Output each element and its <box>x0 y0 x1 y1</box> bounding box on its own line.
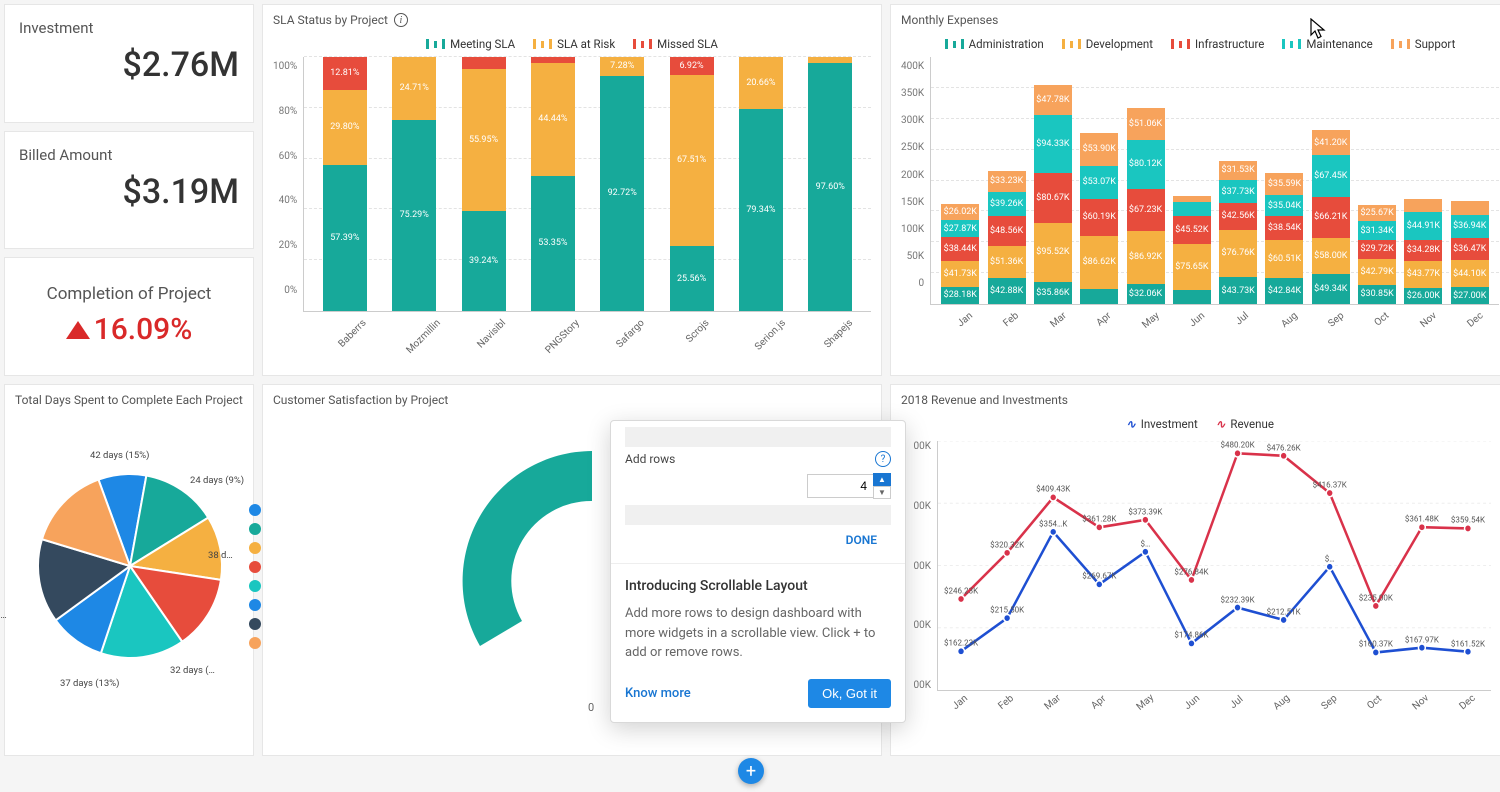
add-rows-label: Add rows <box>625 452 675 466</box>
popover-body: Add more rows to design dashboard with m… <box>625 604 891 663</box>
scrollable-layout-popover: Add rows ? ▲ ▼ DONE Introducing Scrollab… <box>610 420 906 723</box>
legend-item: Development <box>1086 37 1153 51</box>
kpi-investment: Investment $2.76M <box>4 4 254 123</box>
kpi-value: $3.19M <box>19 172 239 212</box>
legend-item: Missed SLA <box>657 37 718 51</box>
help-icon[interactable]: ? <box>875 451 891 467</box>
kpi-label: Billed Amount <box>19 146 239 164</box>
y-axis: 100%80%60%40%20%0% <box>273 57 303 312</box>
title-text: Monthly Expenses <box>901 13 998 27</box>
revenue-card: 2018 Revenue and Investments ∿Investment… <box>890 384 1500 756</box>
kpi-label: Investment <box>19 19 239 37</box>
x-axis: JanFebMarAprMayJunJulAugSepOctNovDec <box>937 697 1491 721</box>
rows-spinner[interactable]: ▲ ▼ <box>807 473 891 499</box>
popover-title: Introducing Scrollable Layout <box>625 578 891 594</box>
x-axis: BaberrsMozmillinNavisiblPNGStorySafargoS… <box>303 312 871 362</box>
expenses-chart-card: Monthly Expenses Administration Developm… <box>890 4 1500 376</box>
pie-chart: 42 days (15%)24 days (9%)38 d…32 days (…… <box>25 461 235 671</box>
sla-plot: 100%80%60%40%20%0% 57.39%29.80%12.81%75.… <box>273 57 871 312</box>
placeholder-row <box>625 427 891 447</box>
kpi-completion: Completion of Project 16.09% <box>4 257 254 376</box>
svg-text:0: 0 <box>588 701 594 711</box>
add-rows-fab-bottom[interactable]: + <box>738 758 764 784</box>
title-text: SLA Status by Project <box>273 13 388 27</box>
sla-chart-card: SLA Status by Project i Meeting SLA SLA … <box>262 4 882 376</box>
legend-item: Support <box>1415 37 1456 51</box>
spinner-down-button[interactable]: ▼ <box>873 486 891 499</box>
expenses-plot: 400K350K300K250K200K150K100K50K0 $28.18K… <box>901 57 1499 305</box>
done-link[interactable]: DONE <box>625 529 891 559</box>
legend-item: SLA at Risk <box>557 37 615 51</box>
sla-legend: Meeting SLA SLA at Risk Missed SLA <box>273 37 871 51</box>
pie-card: Total Days Spent to Complete Each Projec… <box>4 384 254 756</box>
revenue-legend: ∿Investment ∿Revenue <box>901 417 1499 431</box>
cursor-icon <box>1310 18 1328 40</box>
kpi-column: Investment $2.76M Billed Amount $3.19M C… <box>4 4 254 376</box>
title-text: Customer Satisfaction by Project <box>273 393 448 407</box>
line-plot: 00K00K00K00K00K $162.23K$215.50K$354…K$2… <box>901 441 1499 721</box>
legend-item: Infrastructure <box>1195 37 1264 51</box>
info-icon[interactable]: i <box>394 13 408 27</box>
kpi-value: 16.09% <box>19 312 239 347</box>
kpi-percent: 16.09% <box>94 312 193 347</box>
title-text: 2018 Revenue and Investments <box>901 393 1068 407</box>
title-text: Total Days Spent to Complete Each Projec… <box>15 393 243 407</box>
legend-item: Meeting SLA <box>450 37 515 51</box>
placeholder-row <box>625 505 891 525</box>
legend-item: Revenue <box>1230 417 1274 431</box>
trend-up-icon <box>66 321 90 339</box>
x-axis: JanFebMarAprMayJunJulAugSepOctNovDec <box>931 305 1499 333</box>
ok-got-it-button[interactable]: Ok, Got it <box>808 679 891 708</box>
legend-item: Administration <box>969 37 1044 51</box>
kpi-label: Completion of Project <box>19 284 239 304</box>
kpi-billed-amount: Billed Amount $3.19M <box>4 131 254 250</box>
rows-input[interactable] <box>807 474 873 498</box>
card-title: Monthly Expenses <box>901 13 1499 27</box>
legend-item: Investment <box>1141 417 1198 431</box>
kpi-value: $2.76M <box>19 45 239 85</box>
card-title: SLA Status by Project i <box>273 13 871 27</box>
y-axis: 400K350K300K250K200K150K100K50K0 <box>901 57 930 305</box>
expenses-legend: Administration Development Infrastructur… <box>901 37 1499 51</box>
know-more-link[interactable]: Know more <box>625 686 691 701</box>
spinner-up-button[interactable]: ▲ <box>873 473 891 486</box>
